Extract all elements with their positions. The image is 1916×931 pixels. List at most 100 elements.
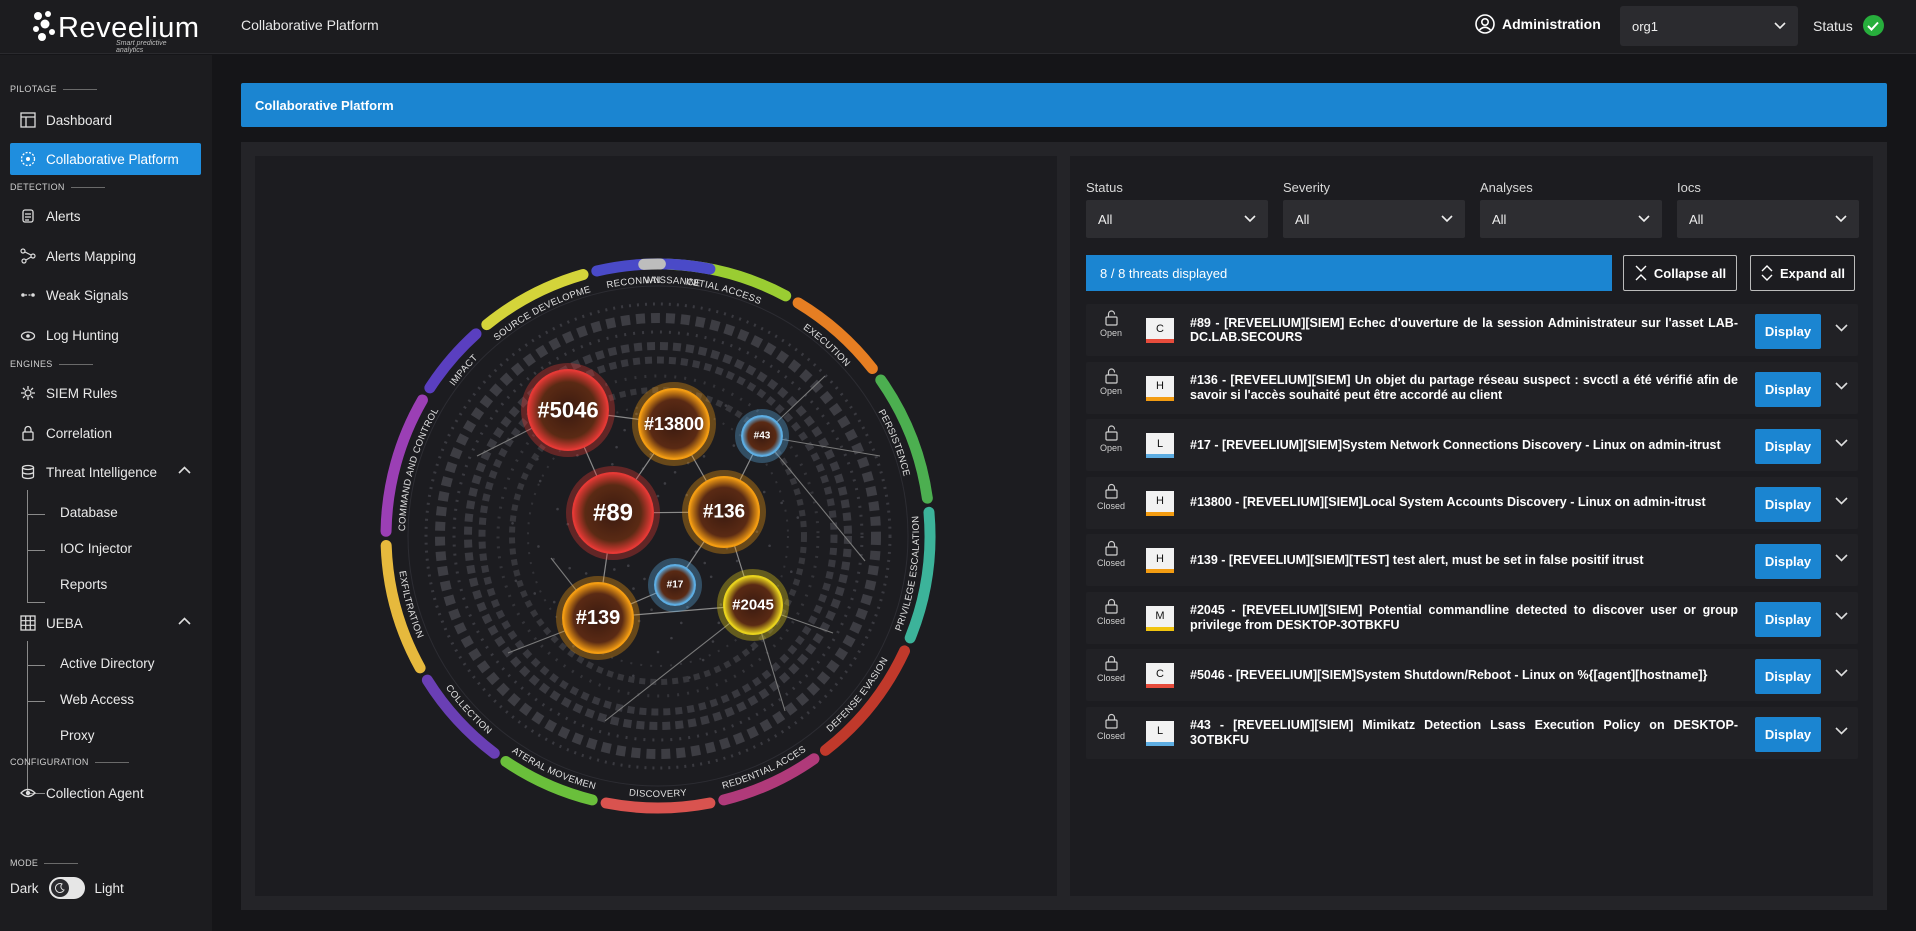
database-icon [21,464,35,480]
tactic-arc[interactable] [600,797,716,814]
threat-row[interactable]: Open C #89 - [REVEELIUM][SIEM] Echec d'ouv… [1086,304,1858,356]
tree-line [27,641,28,793]
threat-row[interactable]: Open H #136 - [REVEELIUM][SIEM] Un objet d… [1086,361,1858,414]
threat-state: Open [1096,310,1126,338]
administration-link[interactable]: Administration [1475,14,1601,34]
lock-icon [1104,540,1118,556]
threat-count-bar: 8 / 8 threats displayed [1086,255,1612,291]
sidebar-item-label: Alerts Mapping [46,248,137,264]
user-circle-icon [1475,14,1495,34]
chevron-down-icon[interactable] [1835,726,1848,735]
display-button[interactable]: Display [1755,486,1821,522]
sidebar-subitem-ioc-injector[interactable]: IOC Injector [60,541,132,556]
scatter-dot [556,507,559,511]
threat-bubble[interactable]: #13800 [632,382,716,466]
threat-state: Open [1096,425,1126,453]
alerts-icon [22,209,34,223]
brand-logo[interactable]: Reveelium Smart predictive analytics [32,8,199,54]
threat-row[interactable]: Closed H #139 - [REVEELIUM][SIEM][TEST] te… [1086,534,1858,586]
display-button[interactable]: Display [1755,544,1821,579]
sidebar-subitem-active-directory[interactable]: Active Directory [60,656,155,671]
moon-icon [50,879,69,897]
expand-icon [1761,265,1773,281]
threat-bubble[interactable]: #5046 [521,363,615,457]
filter-select-status[interactable]: All [1086,200,1268,238]
display-button[interactable]: Display [1755,429,1821,464]
collapse-all-label: Collapse all [1653,265,1727,281]
tactic-label: WN [644,275,661,286]
display-button[interactable]: Display [1755,601,1821,637]
chevron-down-icon[interactable] [1835,324,1848,332]
threat-bubble[interactable]: #139 [556,576,640,660]
chevron-down-icon[interactable] [1835,554,1848,562]
display-button[interactable]: Display [1755,371,1821,407]
threat-bubble[interactable]: #43 [735,409,789,463]
sidebar-item-weak-signals[interactable]: Weak Signals [10,279,201,311]
lock-icon [1104,598,1118,614]
chevron-down-icon[interactable] [1835,496,1848,505]
sidebar-subitem-proxy[interactable]: Proxy [60,728,95,743]
sidebar-item-log-hunting[interactable]: Log Hunting [10,319,201,351]
sidebar-item-collection-agent[interactable]: Collection Agent [10,777,201,809]
expand-all-label: Expand all [1779,265,1846,281]
threat-bubble[interactable]: #89 [566,466,660,560]
scatter-dot [536,457,539,461]
sidebar-item-alerts-mapping[interactable]: Alerts Mapping [10,240,201,272]
filter-label: Analyses [1480,180,1533,195]
collapse-all-button[interactable]: Collapse all [1623,255,1737,291]
sidebar-item-dashboard[interactable]: Dashboard [10,104,201,136]
chevron-down-icon[interactable] [1835,381,1848,390]
threat-title-text: #5046 - [REVEELIUM][SIEM]System Shutdown… [1190,667,1708,682]
mapping-icon [20,248,36,264]
tactic-label: LATERAL MOVEMENT [255,156,597,792]
theme-toggle[interactable] [48,877,85,899]
threat-bubble[interactable]: #2045 [717,569,789,641]
sidebar-item-siem-rules[interactable]: SIEM Rules [10,377,201,409]
org-select[interactable]: org1 [1620,6,1798,46]
org-select-value: org1 [1632,18,1659,34]
sidebar-item-threat-intelligence[interactable]: Threat Intelligence [10,456,201,488]
threat-title-text: #139 - [REVEELIUM][SIEM][TEST] test aler… [1190,552,1644,567]
scatter-dot [732,444,736,447]
sidebar-subitem-reports[interactable]: Reports [60,577,107,592]
threat-row[interactable]: Open L #17 - [REVEELIUM][SIEM]System Netwo… [1086,419,1858,471]
section-engines: ENGINES [10,359,93,369]
filter-select-iocs[interactable]: All [1677,200,1859,238]
display-button[interactable]: Display [1755,659,1821,694]
threat-row[interactable]: Closed H #13800 - [REVEELIUM][SIEM]Local S… [1086,476,1858,529]
tactic-label: DISCOVERY [628,787,687,800]
threat-state-label: Closed [1096,500,1125,511]
expand-all-button[interactable]: Expand all [1750,255,1855,291]
scatter-dot [688,676,691,679]
threat-bubble[interactable]: #136 [682,470,766,554]
threat-title-text: #17 - [REVEELIUM][SIEM]System Network Co… [1190,437,1721,452]
sidebar-item-label: SIEM Rules [46,385,118,401]
scatter-dot [701,658,705,662]
chevron-down-icon[interactable] [1835,669,1848,677]
chevron-down-icon[interactable] [1835,439,1848,447]
scatter-dot [702,455,706,458]
filter-select-severity[interactable]: All [1283,200,1465,238]
threat-bubble[interactable]: #17 [648,558,702,612]
sidebar-item-correlation[interactable]: Correlation [10,417,201,449]
sidebar-subitem-web-access[interactable]: Web Access [60,692,134,707]
status-indicator[interactable]: Status [1813,15,1884,36]
display-button[interactable]: Display [1755,716,1821,752]
sidebar-subitem-database[interactable]: Database [60,505,118,520]
sidebar-item-collaborative-platform[interactable]: Collaborative Platform [10,143,201,175]
sidebar-item-label: Weak Signals [46,287,129,303]
chevron-down-icon[interactable] [1835,611,1848,620]
display-button[interactable]: Display [1755,314,1821,349]
scatter-dot [615,445,618,449]
tactic-arc[interactable] [421,674,500,759]
filter-select-analyses[interactable]: All [1480,200,1662,238]
threat-row[interactable]: Closed C #5046 - [REVEELIUM][SIEM]System S… [1086,649,1858,701]
threat-row[interactable]: Closed M #2045 - [REVEELIUM][SIEM] Potenti… [1086,591,1858,644]
bubble-label: #89 [593,500,633,527]
tactic-arc[interactable] [875,374,933,504]
threat-title: #5046 - [REVEELIUM][SIEM]System Shutdown… [1190,657,1738,693]
lock-icon [1104,483,1118,499]
sidebar-item-ueba[interactable]: UEBA [10,607,201,639]
threat-row[interactable]: Closed L #43 - [REVEELIUM][SIEM] Mimikatz … [1086,706,1858,759]
sidebar-item-alerts[interactable]: Alerts [10,200,201,232]
